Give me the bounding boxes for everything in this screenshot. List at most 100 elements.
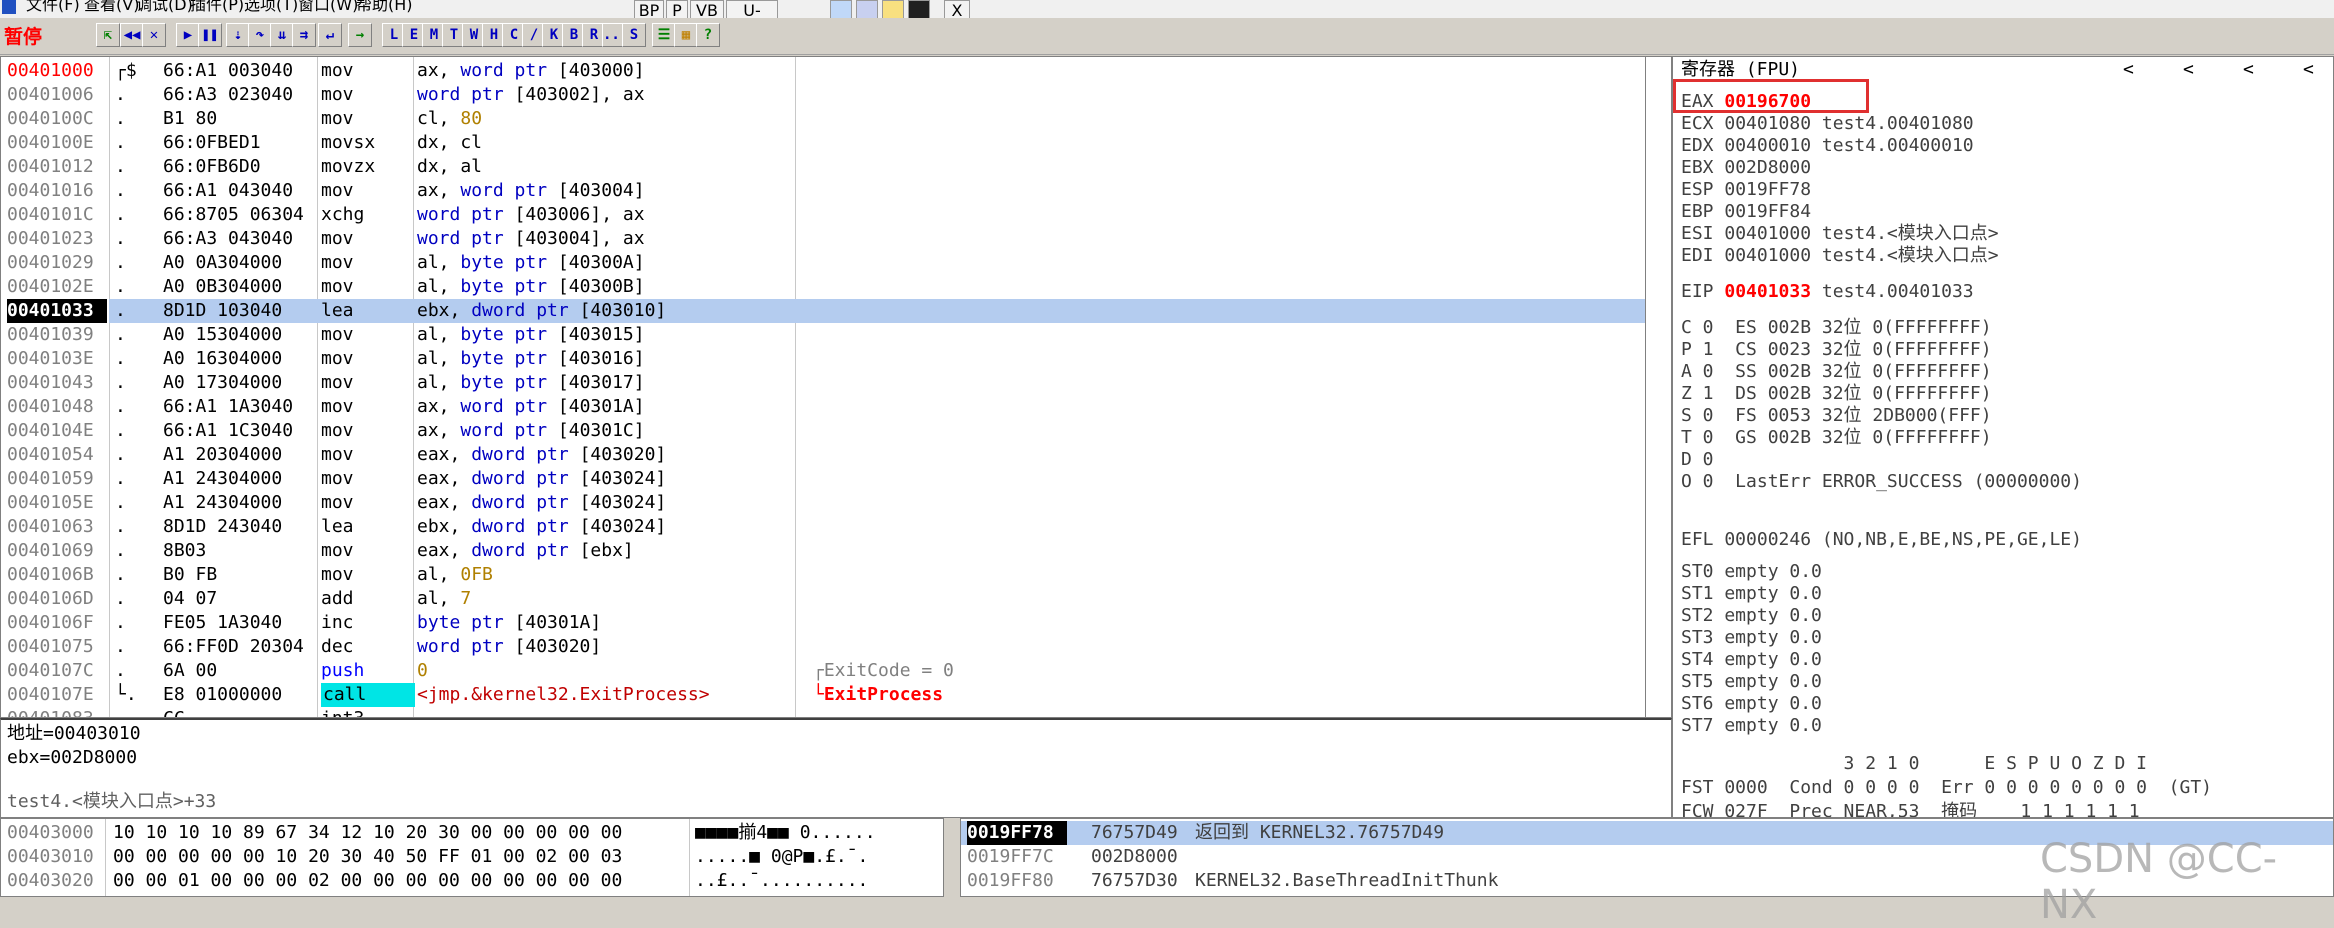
disasm-row[interactable]: 00401006. 66:A3 023040 mov word ptr [403002…: [1, 83, 1641, 107]
open-icon[interactable]: ⇱: [96, 23, 120, 47]
disasm-row[interactable]: 00401029. A0 0A304000 mov al, byte ptr [403…: [1, 251, 1641, 275]
disasm-row[interactable]: 0040100E. 66:0FBED1 movsx dx, cl: [1, 131, 1641, 155]
disasm-row[interactable]: 00401043. A0 17304000 mov al, byte ptr [403…: [1, 371, 1641, 395]
stack-address[interactable]: 0019FF80: [967, 869, 1067, 893]
disasm-row[interactable]: 00401054. A1 20304000 mov eax, dword ptr [4…: [1, 443, 1641, 467]
disasm-address[interactable]: 00401023: [7, 227, 107, 251]
stack-address[interactable]: 0019FF84: [967, 893, 1067, 896]
disasm-address[interactable]: 00401000: [7, 59, 107, 83]
run-icon[interactable]: ▶: [176, 23, 200, 47]
disasm-row[interactable]: 00401033. 8D1D 103040 lea ebx, dword ptr [4…: [1, 299, 1641, 323]
disasm-address[interactable]: 0040104E: [7, 419, 107, 443]
menu-window[interactable]: 窗口(W): [298, 0, 358, 13]
register-esi[interactable]: ESI 00401000 test4.<模块入口点>: [1681, 223, 1999, 245]
menu-options[interactable]: 选项(T): [244, 0, 298, 13]
disasm-address[interactable]: 00401029: [7, 251, 107, 275]
disasm-row[interactable]: 0040107E └. E8 01000000 call <jmp.&kernel32.…: [1, 683, 1641, 707]
disasm-row[interactable]: 00401059. A1 24304000 mov eax, dword ptr [4…: [1, 467, 1641, 491]
disasm-address[interactable]: 00401048: [7, 395, 107, 419]
disasm-address[interactable]: 0040101C: [7, 203, 107, 227]
menu-plugins[interactable]: 插件(P): [190, 0, 244, 13]
register-value[interactable]: 00401033: [1724, 281, 1811, 302]
goto-icon[interactable]: →: [348, 23, 372, 47]
scroll-left-icon-3[interactable]: <: [2243, 59, 2254, 80]
disasm-address[interactable]: 0040106F: [7, 611, 107, 635]
disasm-address[interactable]: 0040107E: [7, 683, 107, 707]
disasm-address[interactable]: 00401063: [7, 515, 107, 539]
menu-view[interactable]: 查看(V): [84, 0, 139, 13]
register-edx[interactable]: EDX 00400010 test4.00400010: [1681, 135, 1974, 157]
disasm-row[interactable]: 00401023. 66:A3 043040 mov word ptr [403004…: [1, 227, 1641, 251]
disasm-address[interactable]: 00401069: [7, 539, 107, 563]
list-icon[interactable]: ☰: [652, 23, 676, 47]
disasm-row[interactable]: 00401016. 66:A1 043040 mov ax, word ptr [40…: [1, 179, 1641, 203]
close-program-icon[interactable]: ✕: [142, 23, 166, 47]
disasm-row[interactable]: 0040106B. B0 FB mov al, 0FB: [1, 563, 1641, 587]
register-ecx[interactable]: ECX 00401080 test4.00401080: [1681, 113, 1974, 135]
disasm-row[interactable]: 00401069. 8B03 mov eax, dword ptr [ebx]: [1, 539, 1641, 563]
disasm-row[interactable]: 00401039. A0 15304000 mov al, byte ptr [403…: [1, 323, 1641, 347]
disasm-row[interactable]: 0040106D. 04 07 add al, 7: [1, 587, 1641, 611]
disasm-row[interactable]: 00401083 CC int3: [1, 707, 1641, 717]
disasm-address[interactable]: 00401054: [7, 443, 107, 467]
disasm-row[interactable]: 00401000 ┌$ 66:A1 003040 mov ax, word ptr [4…: [1, 59, 1641, 83]
disasm-address[interactable]: 0040106B: [7, 563, 107, 587]
flag-row[interactable]: Z 1 DS 002B 32位 0(FFFFFFFF): [1681, 383, 1992, 405]
disasm-row[interactable]: 00401048. 66:A1 1A3040 mov ax, word ptr [40…: [1, 395, 1641, 419]
disasm-address[interactable]: 0040103E: [7, 347, 107, 371]
register-ebp[interactable]: EBP 0019FF84: [1681, 201, 1811, 223]
flag-row[interactable]: A 0 SS 002B 32位 0(FFFFFFFF): [1681, 361, 1992, 383]
disasm-row[interactable]: 00401063. 8D1D 243040 lea ebx, dword ptr [4…: [1, 515, 1641, 539]
menu-file[interactable]: 文件(F): [26, 0, 80, 13]
disasm-address[interactable]: 00401043: [7, 371, 107, 395]
grid-icon[interactable]: ▦: [674, 23, 698, 47]
dump-address[interactable]: 00403000: [7, 821, 107, 845]
fpu-st-row[interactable]: ST2 empty 0.0: [1681, 605, 1822, 627]
pause-icon[interactable]: ❚❚: [198, 23, 222, 47]
disasm-address[interactable]: 0040106D: [7, 587, 107, 611]
disasm-address[interactable]: 00401075: [7, 635, 107, 659]
flag-row[interactable]: T 0 GS 002B 32位 0(FFFFFFFF): [1681, 427, 1992, 449]
fpu-st-row[interactable]: ST3 empty 0.0: [1681, 627, 1822, 649]
disasm-address[interactable]: 00401012: [7, 155, 107, 179]
disasm-address[interactable]: 00401016: [7, 179, 107, 203]
disasm-address[interactable]: 00401033: [7, 299, 107, 323]
trace-over-icon[interactable]: ⇉: [292, 23, 316, 47]
fpu-st-row[interactable]: ST0 empty 0.0: [1681, 561, 1822, 583]
trace-into-icon[interactable]: ⇊: [270, 23, 294, 47]
disasm-row[interactable]: 0040100C. B1 80 mov cl, 80: [1, 107, 1641, 131]
flag-row[interactable]: D 0: [1681, 449, 1714, 471]
disasm-address[interactable]: 00401006: [7, 83, 107, 107]
menu-help[interactable]: 帮助(H): [356, 0, 413, 13]
disasm-row[interactable]: 0040106F. FE05 1A3040 inc byte ptr [40301A]: [1, 611, 1641, 635]
register-value[interactable]: 00401000: [1724, 223, 1811, 244]
scroll-left-icon-1[interactable]: <: [2123, 59, 2134, 80]
register-ebx[interactable]: EBX 002D8000: [1681, 157, 1811, 179]
register-value[interactable]: 00401080: [1724, 113, 1811, 134]
disasm-address[interactable]: 00401039: [7, 323, 107, 347]
flag-row[interactable]: C 0 ES 002B 32位 0(FFFFFFFF): [1681, 317, 1992, 339]
scroll-left-icon-4[interactable]: <: [2303, 59, 2314, 80]
dump-address[interactable]: 00403010: [7, 845, 107, 869]
disasm-row[interactable]: 0040104E. 66:A1 1C3040 mov ax, word ptr [40…: [1, 419, 1641, 443]
fpu-st-row[interactable]: ST7 empty 0.0: [1681, 715, 1822, 737]
flag-row[interactable]: P 1 CS 0023 32位 0(FFFFFFFF): [1681, 339, 1992, 361]
disasm-row[interactable]: 0040107C. 6A 00 push 0 ┌ExitCode = 0: [1, 659, 1641, 683]
memory-dump-pane[interactable]: 00403000 10 10 10 10 89 67 34 12 10 20 30…: [0, 818, 944, 897]
toolbar-s[interactable]: S: [622, 23, 646, 47]
restart-icon[interactable]: ◀◀: [120, 23, 144, 47]
flag-row[interactable]: S 0 FS 0053 32位 2DB000(FFF): [1681, 405, 1992, 427]
disasm-address[interactable]: 00401083: [7, 707, 107, 717]
step-into-icon[interactable]: ⇣: [226, 23, 250, 47]
run-to-return-icon[interactable]: ↵: [318, 23, 342, 47]
fpu-st-row[interactable]: ST4 empty 0.0: [1681, 649, 1822, 671]
stack-address[interactable]: 0019FF78: [967, 821, 1067, 845]
flag-row[interactable]: O 0 LastErr ERROR_SUCCESS (00000000): [1681, 471, 2082, 493]
help-icon[interactable]: ?: [696, 23, 720, 47]
disasm-row[interactable]: 0040103E. A0 16304000 mov al, byte ptr [403…: [1, 347, 1641, 371]
disasm-address[interactable]: 0040102E: [7, 275, 107, 299]
register-eip[interactable]: EIP 00401033 test4.00401033: [1681, 281, 1974, 303]
register-value[interactable]: 00401000: [1724, 245, 1811, 266]
disasm-row[interactable]: 0040101C. 66:8705 06304 xchg word ptr [4030…: [1, 203, 1641, 227]
fpu-st-row[interactable]: ST5 empty 0.0: [1681, 671, 1822, 693]
